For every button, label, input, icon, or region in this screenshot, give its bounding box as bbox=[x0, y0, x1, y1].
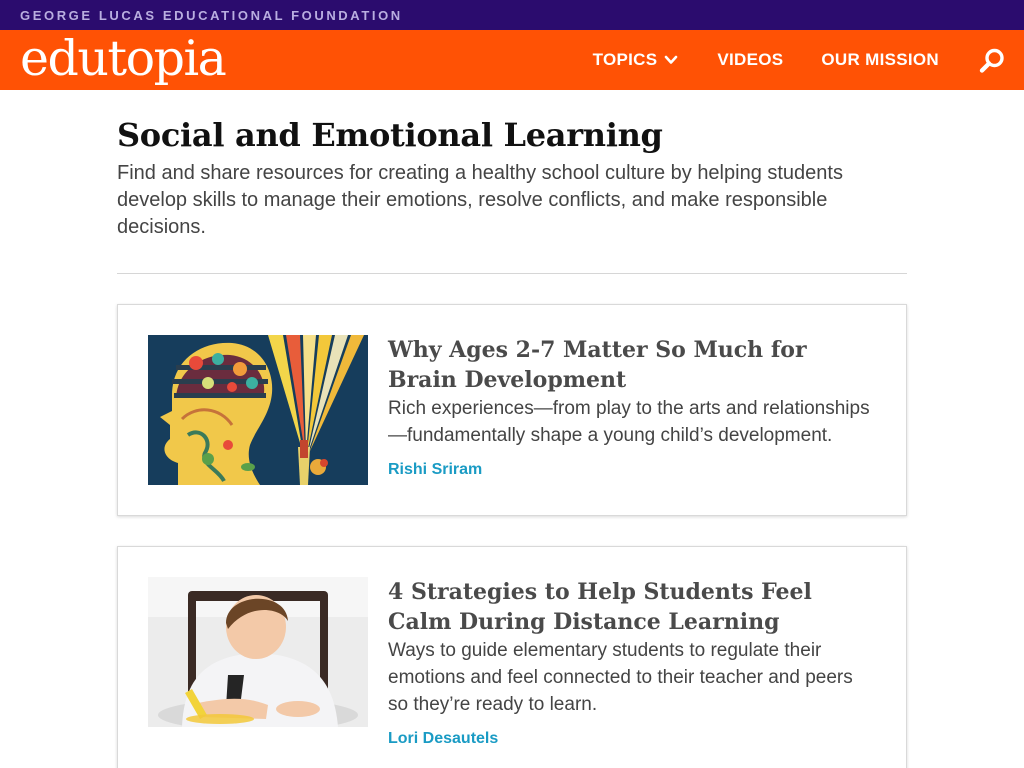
nav-videos[interactable]: VIDEOS bbox=[717, 50, 783, 70]
chevron-down-icon bbox=[665, 55, 678, 64]
nav-topics[interactable]: TOPICS bbox=[593, 50, 680, 70]
article-card: 4 Strategies to Help Students Feel Calm … bbox=[117, 546, 907, 768]
page-description: Find and share resources for creating a … bbox=[117, 162, 843, 238]
page-title: Social and Emotional Learning bbox=[117, 116, 663, 154]
search-icon[interactable] bbox=[978, 47, 1006, 75]
article-card: Why Ages 2-7 Matter So Much for Brain De… bbox=[117, 304, 907, 516]
article-title[interactable]: 4 Strategies to Help Students Feel Calm … bbox=[388, 577, 876, 637]
foundation-name[interactable]: GEORGE LUCAS EDUCATIONAL FOUNDATION bbox=[20, 8, 403, 23]
edutopia-logo[interactable]: edutopia bbox=[20, 34, 227, 83]
foundation-bar: GEORGE LUCAS EDUCATIONAL FOUNDATION bbox=[0, 0, 1024, 30]
main-content: Social and Emotional Learning Find and s… bbox=[117, 116, 907, 768]
divider bbox=[117, 273, 907, 274]
child-drawing-photo[interactable] bbox=[148, 577, 368, 727]
article-author-link[interactable]: Lori Desautels bbox=[388, 730, 498, 748]
article-title[interactable]: Why Ages 2-7 Matter So Much for Brain De… bbox=[388, 335, 876, 395]
brain-illustration-image[interactable] bbox=[148, 335, 368, 485]
article-summary: Rich experiences—from play to the arts a… bbox=[388, 398, 870, 446]
nav-links: TOPICS VIDEOS OUR MISSION bbox=[593, 30, 939, 90]
article-body: 4 Strategies to Help Students Feel Calm … bbox=[388, 577, 876, 748]
main-nav: edutopia TOPICS VIDEOS OUR MISSION bbox=[0, 30, 1024, 90]
article-body: Why Ages 2-7 Matter So Much for Brain De… bbox=[388, 335, 876, 485]
article-summary: Ways to guide elementary students to reg… bbox=[388, 640, 853, 715]
nav-our-mission[interactable]: OUR MISSION bbox=[821, 50, 939, 70]
article-author-link[interactable]: Rishi Sriram bbox=[388, 461, 482, 479]
nav-topics-label: TOPICS bbox=[592, 50, 658, 69]
